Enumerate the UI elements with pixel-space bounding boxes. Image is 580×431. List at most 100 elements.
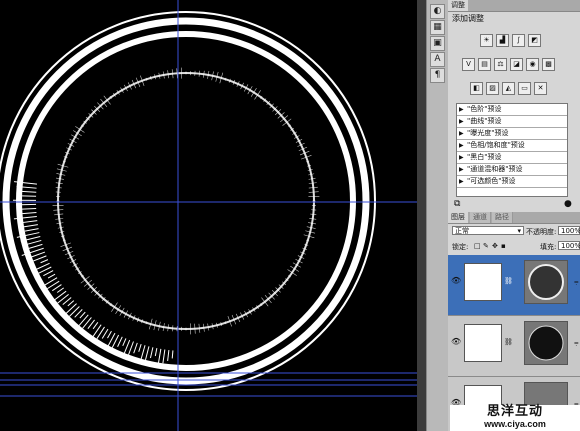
lock-position-icon[interactable]: ✥ <box>492 242 498 250</box>
tick-mark <box>24 228 39 232</box>
tick-mark <box>63 303 77 316</box>
tab-layers[interactable]: 图层 <box>448 212 468 223</box>
preset-label: "可选颜色"预设 <box>467 177 516 185</box>
adjustments-title: 添加调整 <box>452 14 484 23</box>
tick-mark <box>149 347 154 359</box>
layers-tabbar: 图层 通道 路径 <box>448 212 580 224</box>
brightness-contrast-icon[interactable]: ☀ <box>480 34 493 47</box>
tab-adjustments[interactable]: 调整 <box>448 0 468 11</box>
color-icon[interactable]: ◐ <box>430 4 445 19</box>
glow-spike <box>172 325 174 332</box>
styles-icon[interactable]: ▣ <box>430 36 445 51</box>
layer-row[interactable]: 👁 ⛓ ⩦ <box>448 316 580 377</box>
glow-spike <box>176 68 178 79</box>
posterize-icon[interactable]: ▨ <box>486 82 499 95</box>
tick-mark <box>52 284 62 292</box>
tick-mark <box>52 290 67 302</box>
threshold-icon[interactable]: ◭ <box>502 82 515 95</box>
tick-mark <box>42 277 58 287</box>
watermark-title: 思洋互动 <box>486 404 543 419</box>
swatches-icon[interactable]: ▦ <box>430 20 445 35</box>
lock-all-icon[interactable]: ▪ <box>501 242 506 250</box>
channel-mixer-icon[interactable]: ▩ <box>542 58 555 71</box>
preset-item[interactable]: ▶ "黑白"预设 <box>457 152 567 164</box>
right-panel: 调整 添加调整 ☀ ▟ ∫ ◩ V ▤ ⚖ ◪ ◉ ▩ ◧ ▨ ◭ ▭ ✕ ▶ "… <box>448 0 580 431</box>
layer-name[interactable]: ⩦ <box>574 277 579 287</box>
glow-spike <box>254 90 261 100</box>
blend-mode-value: 正常 <box>455 227 469 235</box>
layer-row[interactable]: 👁 ⛓ ⩦ <box>448 255 580 316</box>
glow-spike <box>198 70 200 77</box>
document-canvas[interactable] <box>0 0 417 431</box>
tick-mark <box>133 342 138 354</box>
tick-mark <box>28 243 43 249</box>
hue-saturation-icon[interactable]: ▤ <box>478 58 491 71</box>
tick-mark <box>67 300 75 307</box>
eye-icon[interactable]: 👁 <box>451 277 461 285</box>
lock-transparent-icon[interactable]: □ <box>474 242 481 250</box>
tick-mark <box>76 314 89 329</box>
opacity-field[interactable]: 100% <box>558 226 580 235</box>
layer-mask-thumbnail[interactable] <box>524 260 568 304</box>
eye-icon[interactable]: 👁 <box>451 338 461 346</box>
invert-icon[interactable]: ◧ <box>470 82 483 95</box>
tick-mark <box>106 332 116 349</box>
glow-spike <box>53 209 64 211</box>
preset-item[interactable]: ▶ "色相/饱和度"预设 <box>457 140 567 152</box>
layer-mask-thumbnail[interactable] <box>524 321 568 365</box>
selective-color-icon[interactable]: ✕ <box>534 82 547 95</box>
tick-mark <box>145 346 150 361</box>
black-white-icon[interactable]: ◪ <box>510 58 523 71</box>
clip-to-layer-icon[interactable]: ⧉ <box>454 199 460 209</box>
tick-mark <box>122 338 127 346</box>
preset-item[interactable]: ▶ "通道混和器"预设 <box>457 164 567 176</box>
canvas-scrollbar[interactable] <box>417 0 426 431</box>
preset-item[interactable]: ▶ "曝光度"预设 <box>457 128 567 140</box>
glow-spike <box>55 187 62 189</box>
levels-icon[interactable]: ▟ <box>496 34 509 47</box>
glow-ring-spikes <box>52 67 320 335</box>
expand-triangle-icon: ▶ <box>459 130 464 137</box>
outer-ring-edge <box>0 11 376 391</box>
gradient-map-icon[interactable]: ▭ <box>518 82 531 95</box>
adjustments-tabbar: 调整 <box>448 0 580 12</box>
tab-paths[interactable]: 路径 <box>492 212 513 223</box>
photo-filter-icon[interactable]: ◉ <box>526 58 539 71</box>
tick-mark <box>154 348 158 357</box>
tab-channels[interactable]: 通道 <box>470 212 491 223</box>
opacity-label: 不透明度: <box>526 228 557 236</box>
layer-thumbnail <box>464 263 502 301</box>
glow-spike <box>308 191 319 193</box>
preset-item[interactable]: ▶ "可选颜色"预设 <box>457 176 567 188</box>
glow-spike <box>287 269 297 276</box>
canvas-artwork <box>0 0 417 431</box>
tick-mark <box>101 328 109 339</box>
panel-options-icon[interactable]: ● <box>564 199 572 209</box>
vibrance-icon[interactable]: V <box>462 58 475 71</box>
tick-mark <box>82 317 92 329</box>
watermark-url: www.ciya.com <box>484 419 546 429</box>
color-balance-icon[interactable]: ⚖ <box>494 58 507 71</box>
collapsed-panel-strip: ◐ ▦ ▣ A ¶ <box>426 0 448 431</box>
fill-label: 填充: <box>540 243 557 251</box>
link-icon[interactable]: ⛓ <box>504 338 513 346</box>
preset-item[interactable]: ▶ "色阶"预设 <box>457 104 567 116</box>
layers-controls: 正常 ▾ 不透明度: 100% 锁定: □ ✎ ✥ ▪ 填充: 100% <box>448 224 580 254</box>
glow-spike <box>194 323 196 334</box>
character-icon[interactable]: A <box>430 52 445 67</box>
layer-name[interactable]: ⩦ <box>574 338 579 348</box>
expand-triangle-icon: ▶ <box>459 106 464 113</box>
paragraph-icon[interactable]: ¶ <box>430 68 445 83</box>
tick-mark <box>162 349 166 364</box>
curves-icon[interactable]: ∫ <box>512 34 525 47</box>
lock-image-icon[interactable]: ✎ <box>483 242 489 250</box>
link-icon[interactable]: ⛓ <box>504 277 513 285</box>
tick-mark <box>56 287 65 293</box>
exposure-icon[interactable]: ◩ <box>528 34 541 47</box>
preset-item[interactable]: ▶ "曲线"预设 <box>457 116 567 128</box>
fill-field[interactable]: 100% <box>558 241 580 250</box>
tick-mark <box>47 273 56 279</box>
blend-mode-select[interactable]: 正常 ▾ <box>452 226 524 235</box>
expand-triangle-icon: ▶ <box>459 118 464 125</box>
outer-ring-inner <box>16 31 356 371</box>
